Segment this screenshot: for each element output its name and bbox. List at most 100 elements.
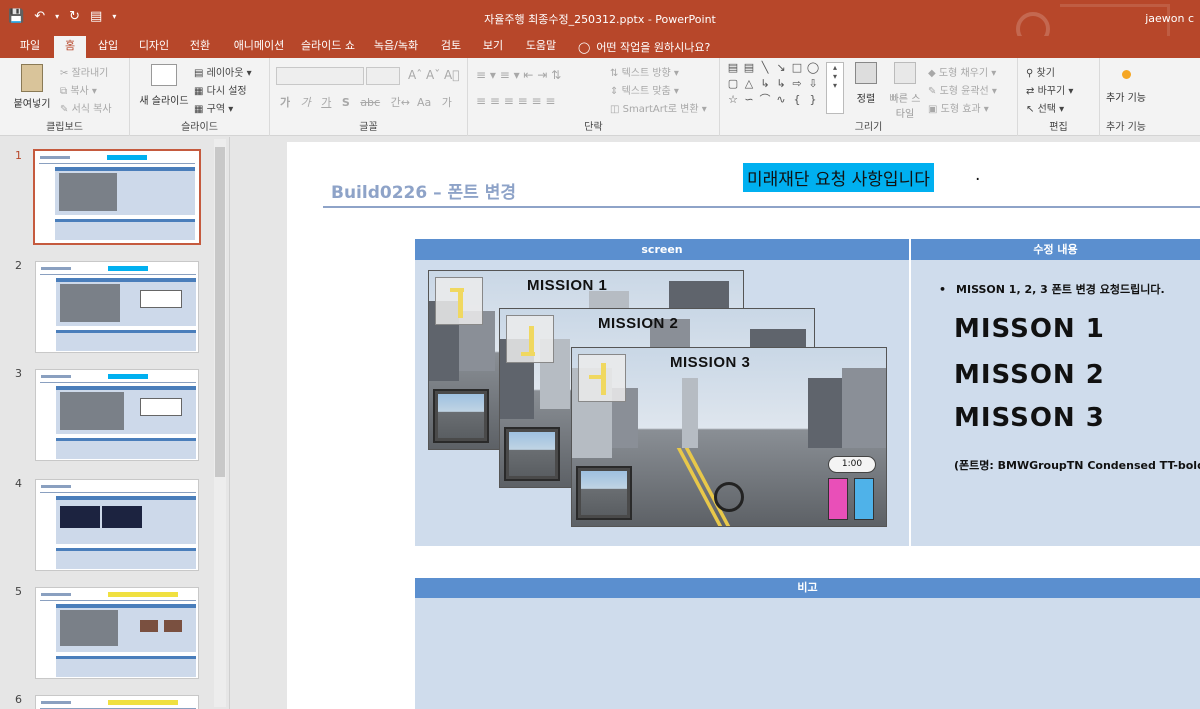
arrange-button[interactable]: 정렬	[848, 62, 884, 105]
slide-thumbnail-3[interactable]	[35, 369, 199, 461]
shape-left-brace-icon[interactable]: {	[790, 94, 804, 106]
shape-arc-icon[interactable]: ⌒	[758, 94, 772, 106]
remarks-header[interactable]: 비고	[415, 578, 1200, 598]
list-buttons[interactable]: ≡ ▾ ≡ ▾ ⇤ ⇥ ⇅	[476, 68, 561, 82]
shape-arrow-icon[interactable]: ↘	[774, 62, 788, 74]
tab-record[interactable]: 녹음/녹화	[366, 36, 426, 58]
paste-button[interactable]: 붙여넣기	[10, 64, 54, 110]
shape-right-brace-icon[interactable]: }	[806, 94, 820, 106]
tab-help[interactable]: 도움말	[518, 36, 564, 58]
font-format-buttons[interactable]: 가 가 가 S abc 간↔ Aa 가	[280, 94, 452, 110]
mini-image	[60, 392, 124, 430]
shape-triangle-icon[interactable]: △	[742, 78, 756, 90]
thumb-number: 1	[15, 149, 22, 162]
mini-title	[40, 156, 70, 159]
tab-insert[interactable]: 삽입	[90, 36, 126, 58]
slide-thumbnail-2[interactable]	[35, 261, 199, 353]
screen-column-header[interactable]: screen	[415, 239, 909, 260]
font-color-button[interactable]: 가	[442, 96, 452, 109]
arrange-label: 정렬	[856, 94, 876, 105]
copy-label: 복사	[70, 86, 89, 97]
shape-effects-button[interactable]: ▣ 도형 효과 ▾	[928, 100, 989, 115]
shape-right-arrow-icon[interactable]: ⇨	[790, 78, 804, 90]
new-slide-button[interactable]: 새 슬라이드	[136, 64, 192, 107]
slide-canvas[interactable]: Build0226 – 폰트 변경 미래재단 요청 사항입니다 . screen…	[287, 142, 1200, 709]
text-direction-button[interactable]: ⇅ 텍스트 방향 ▾	[610, 64, 679, 79]
shape-down-arrow-icon[interactable]: ⇩	[806, 78, 820, 90]
replace-button[interactable]: ⇄ 바꾸기 ▾	[1026, 82, 1073, 97]
tab-slideshow[interactable]: 슬라이드 쇼	[296, 36, 360, 58]
cut-button[interactable]: ✂ 잘라내기	[60, 64, 108, 79]
shape-line-icon[interactable]: ╲	[758, 62, 772, 74]
thumb-number: 4	[15, 477, 22, 490]
reset-button[interactable]: ▦ 다시 설정	[194, 82, 247, 97]
shape-curve-icon[interactable]: ∽	[742, 94, 756, 106]
shape-fill-button[interactable]: ◆ 도형 채우기 ▾	[928, 64, 996, 79]
shape-oval-icon[interactable]: ◯	[806, 62, 820, 74]
layout-label: 레이아웃	[206, 68, 244, 79]
text-align-button[interactable]: ⇕ 텍스트 맞춤 ▾	[610, 82, 679, 97]
font-size-buttons[interactable]: Aˆ Aˇ A⃠	[408, 68, 459, 82]
slide-thumbnail-1[interactable]	[33, 149, 201, 245]
shape-outline-button[interactable]: ✎ 도형 윤곽선 ▾	[928, 82, 997, 97]
slide-thumbnail-4[interactable]	[35, 479, 199, 571]
tab-view[interactable]: 보기	[476, 36, 510, 58]
mission-label: MISSION 1	[527, 277, 608, 294]
slide-title[interactable]: Build0226 – 폰트 변경	[331, 178, 516, 203]
remarks-cell[interactable]	[415, 598, 1200, 709]
format-painter-label: 서식 복사	[71, 104, 112, 115]
find-button[interactable]: ⚲ 찾기	[1026, 64, 1055, 79]
shape-elbow-icon[interactable]: ↳	[758, 78, 772, 90]
slide-thumbnail-5[interactable]	[35, 587, 199, 679]
strikethrough-button[interactable]: abc	[360, 96, 380, 109]
shape-textbox-icon[interactable]: ▤	[726, 62, 740, 74]
shape-star-icon[interactable]: ☆	[726, 94, 740, 106]
highlight-text[interactable]: 미래재단 요청 사항입니다	[743, 163, 934, 192]
bold-button[interactable]: 가	[280, 96, 290, 109]
tab-file[interactable]: 파일	[10, 36, 50, 58]
char-spacing-button[interactable]: 간↔	[391, 96, 410, 109]
tell-me-box[interactable]: ◯ 어떤 작업을 원하시나요?	[578, 39, 710, 55]
shape-elbow2-icon[interactable]: ↳	[774, 78, 788, 90]
font-name-note: (폰트명: BMWGroupTN Condensed TT-bold)	[954, 459, 1200, 472]
tab-transitions[interactable]: 전환	[182, 36, 218, 58]
quick-styles-button[interactable]: 빠른 스타일	[886, 62, 924, 120]
shape-rect-icon[interactable]: □	[790, 62, 804, 74]
underline-button[interactable]: 가	[321, 96, 331, 109]
smartart-button[interactable]: ◫ SmartArt로 변환 ▾	[610, 100, 707, 115]
font-name-select[interactable]	[276, 67, 364, 85]
changes-column-header[interactable]: 수정 내용	[911, 239, 1200, 260]
align-buttons[interactable]: ≡ ≡ ≡ ≡ ≡ ≡	[476, 94, 555, 108]
change-case-button[interactable]: Aa	[417, 96, 431, 109]
mini-rule	[39, 163, 195, 164]
new-slide-icon	[151, 64, 177, 86]
tab-design[interactable]: 디자인	[132, 36, 176, 58]
format-painter-button[interactable]: ✎ 서식 복사	[60, 100, 112, 115]
shape-rounded-rect-icon[interactable]: ▢	[726, 78, 740, 90]
thumbnail-scroll-thumb[interactable]	[215, 147, 225, 477]
user-name[interactable]: jaewon c	[1145, 12, 1194, 25]
tab-review[interactable]: 검토	[434, 36, 468, 58]
brake-pedal	[828, 478, 848, 520]
mini-title	[41, 701, 71, 704]
shape-textbox-vertical-icon[interactable]: ▤	[742, 62, 756, 74]
tab-animations[interactable]: 애니메이션	[226, 36, 292, 58]
shapes-more-button[interactable]: ▴ ▾ ▾	[826, 62, 844, 114]
shapes-gallery[interactable]: ▤ ▤ ╲ ↘ □ ◯ ▢ △ ↳ ↳ ⇨ ⇩ ☆ ∽ ⌒ ∿ { }	[726, 62, 822, 114]
slide-thumbnail-6[interactable]	[35, 695, 199, 709]
font-group-label: 글꼴	[359, 122, 378, 133]
font-group: Aˆ Aˇ A⃠ 가 가 가 S abc 간↔ Aa 가 글꼴	[270, 58, 468, 136]
section-button[interactable]: ▦ 구역 ▾	[194, 100, 233, 115]
layout-button[interactable]: ▤ 레이아웃 ▾	[194, 64, 252, 79]
game-screenshot-3[interactable]: MISSION 3 1:00	[571, 347, 887, 527]
italic-button[interactable]: 가	[301, 96, 311, 109]
section-label: 구역	[206, 104, 226, 115]
font-size-select[interactable]	[366, 67, 400, 85]
shadow-button[interactable]: S	[342, 96, 350, 109]
shape-freeform-icon[interactable]: ∿	[774, 94, 788, 106]
tab-home[interactable]: 홈	[54, 36, 86, 58]
copy-button[interactable]: ⧉ 복사 ▾	[60, 82, 97, 97]
paragraph-group: ≡ ▾ ≡ ▾ ⇤ ⇥ ⇅ ≡ ≡ ≡ ≡ ≡ ≡ ⇅ 텍스트 방향 ▾ ⇕ 텍…	[468, 58, 720, 136]
select-button[interactable]: ↖ 선택 ▾	[1026, 100, 1064, 115]
addins-button[interactable]: 추가 기능	[1104, 66, 1148, 104]
